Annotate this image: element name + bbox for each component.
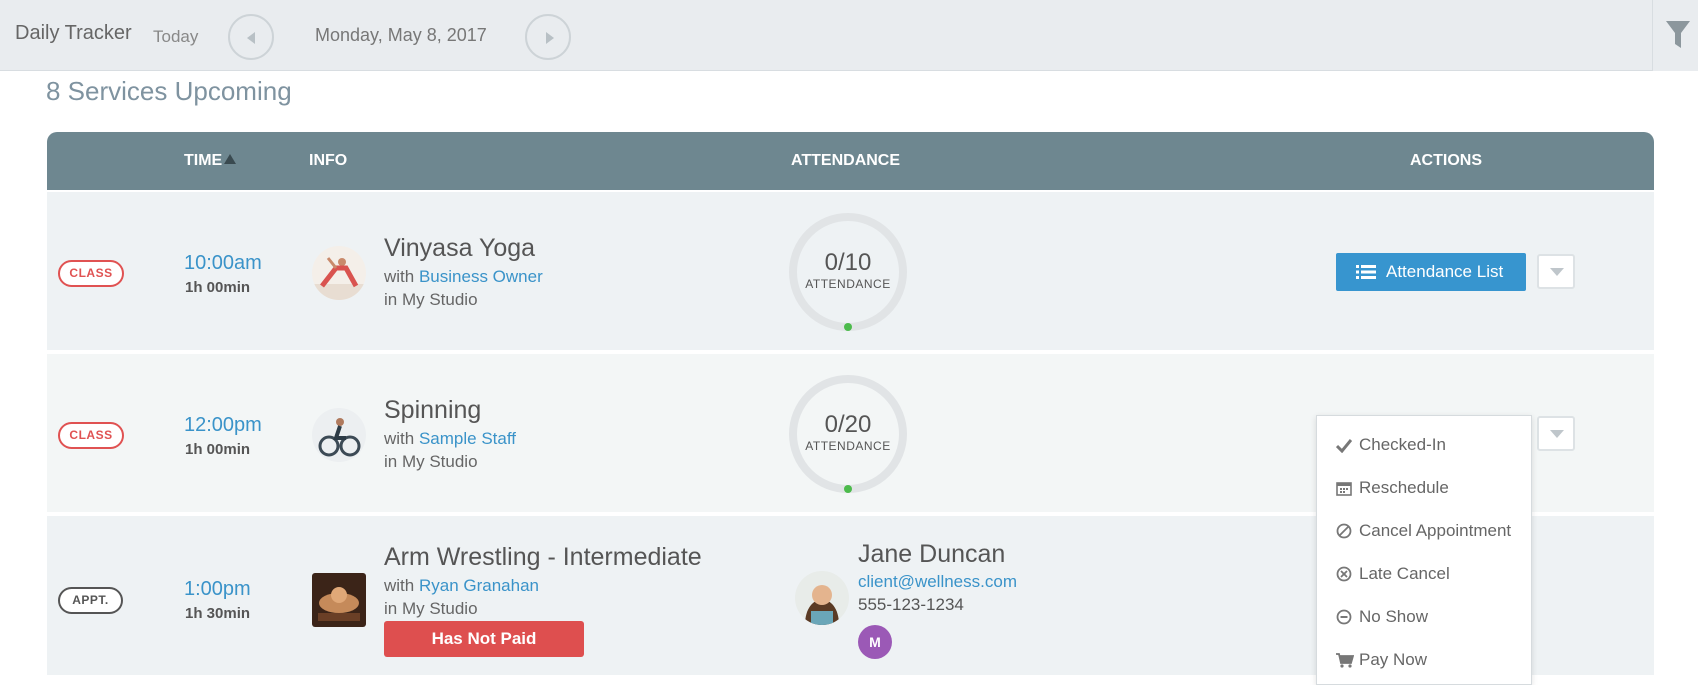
attendance-label: ATTENDANCE (805, 439, 891, 453)
column-time[interactable]: TIME (184, 152, 237, 170)
with-prefix: with (384, 576, 419, 595)
column-attendance: ATTENDANCE (791, 152, 901, 169)
menu-item-pay-now[interactable]: Pay Now (1317, 641, 1531, 681)
service-duration: 1h 00min (185, 279, 251, 296)
attendance-count: 0/10 (824, 249, 872, 276)
menu-item-label: Checked-In (1359, 435, 1446, 454)
service-staff: with Ryan Granahan (384, 576, 539, 596)
menu-item-reschedule[interactable]: Reschedule (1317, 469, 1531, 509)
today-link[interactable]: Today (153, 27, 198, 47)
attendance-label: ATTENDANCE (805, 277, 891, 291)
membership-badge: M (858, 625, 892, 659)
menu-item-late-cancel[interactable]: Late Cancel (1317, 555, 1531, 595)
ban-icon (1336, 523, 1352, 539)
menu-item-label: Late Cancel (1359, 564, 1450, 583)
service-staff: with Sample Staff (384, 429, 516, 449)
staff-link[interactable]: Business Owner (419, 267, 543, 286)
menu-item-label: Cancel Appointment (1359, 521, 1512, 540)
menu-item-label: No Show (1359, 607, 1428, 626)
column-time-label: TIME (184, 152, 223, 169)
service-name: Arm Wrestling - Intermediate (384, 543, 702, 571)
client-name[interactable]: Jane Duncan (858, 540, 1005, 569)
service-time: 12:00pm (184, 414, 262, 436)
service-name: Vinyasa Yoga (384, 234, 536, 262)
attendance-count: 0/20 (824, 411, 872, 438)
service-time: 1:00pm (184, 578, 251, 600)
table-header: TIME INFO ATTENDANCE ACTIONS (47, 132, 1654, 190)
menu-item-label: Reschedule (1359, 478, 1449, 497)
filter-button[interactable] (1652, 0, 1698, 71)
service-location: in My Studio (384, 290, 478, 309)
service-duration: 1h 00min (185, 441, 251, 458)
sort-asc-icon (224, 154, 237, 164)
check-icon (1336, 439, 1352, 453)
service-staff: with Business Owner (384, 267, 543, 287)
times-circle-icon (1336, 566, 1352, 582)
type-badge: CLASS (58, 422, 124, 449)
prev-day-button[interactable] (228, 14, 274, 60)
service-duration: 1h 30min (185, 605, 251, 622)
services-upcoming-heading: 8 Services Upcoming (46, 76, 292, 106)
menu-item-no-show[interactable]: No Show (1317, 598, 1531, 638)
row-dropdown-toggle[interactable] (1537, 416, 1575, 451)
with-prefix: with (384, 267, 419, 286)
attendance-list-label: Attendance List (1386, 262, 1504, 281)
service-name: Spinning (384, 396, 482, 424)
type-badge: CLASS (58, 260, 124, 287)
list-icon (1356, 265, 1376, 279)
attendance-list-button[interactable]: Attendance List (1336, 253, 1526, 291)
next-day-button[interactable] (525, 14, 571, 60)
cart-icon (1336, 653, 1354, 668)
client-avatar (795, 571, 849, 625)
with-prefix: with (384, 429, 419, 448)
app-title: Daily Tracker (15, 22, 132, 44)
caret-down-icon (1550, 430, 1564, 438)
minus-circle-icon (1336, 609, 1352, 625)
client-email[interactable]: client@wellness.com (858, 572, 1017, 592)
payment-status-badge[interactable]: Has Not Paid (384, 621, 584, 657)
row-dropdown-toggle[interactable] (1537, 254, 1575, 289)
filter-icon (1666, 21, 1690, 48)
row-actions-menu: Checked-In Reschedule Cancel Appointment… (1316, 415, 1532, 685)
column-actions: ACTIONS (1410, 152, 1482, 169)
calendar-icon (1336, 482, 1352, 496)
service-avatar (312, 408, 366, 462)
service-location: in My Studio (384, 452, 478, 471)
chevron-left-icon (247, 32, 255, 44)
service-avatar (312, 246, 366, 300)
staff-link[interactable]: Sample Staff (419, 429, 516, 448)
menu-item-cancel-appointment[interactable]: Cancel Appointment (1317, 512, 1531, 552)
menu-item-checked-in[interactable]: Checked-In (1317, 426, 1531, 466)
current-date: Monday, May 8, 2017 (315, 25, 487, 45)
staff-link[interactable]: Ryan Granahan (419, 576, 539, 595)
top-bar: Daily Tracker Today Monday, May 8, 2017 (0, 0, 1698, 71)
column-info: INFO (309, 152, 348, 169)
type-badge: APPT. (58, 587, 123, 614)
client-phone: 555-123-1234 (858, 595, 964, 614)
service-time: 10:00am (184, 252, 262, 274)
chevron-right-icon (546, 32, 554, 44)
service-location: in My Studio (384, 599, 478, 618)
caret-down-icon (1550, 268, 1564, 276)
menu-item-label: Pay Now (1359, 650, 1428, 669)
table-row: CLASS 10:00am 1h 00min Vinyasa Yoga with… (47, 192, 1654, 350)
service-avatar (312, 573, 366, 627)
